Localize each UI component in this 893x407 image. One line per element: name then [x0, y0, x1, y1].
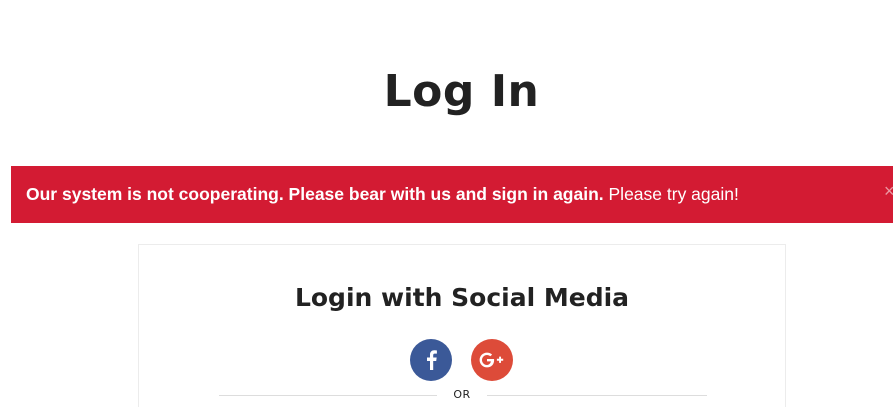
alert-bold-message: Our system is not cooperating. Please be…	[26, 184, 604, 204]
social-login-title: Login with Social Media	[294, 283, 630, 312]
google-plus-login-button[interactable]	[471, 339, 513, 381]
alert-secondary-message: Please try again!	[603, 184, 739, 204]
alert-message: Our system is not cooperating. Please be…	[26, 166, 739, 223]
facebook-login-button[interactable]	[410, 339, 452, 381]
divider-left	[219, 395, 437, 396]
facebook-icon	[426, 350, 437, 370]
divider-right	[487, 395, 707, 396]
google-plus-icon	[479, 352, 504, 368]
close-icon[interactable]: ×	[884, 166, 893, 223]
error-alert: Our system is not cooperating. Please be…	[11, 166, 893, 223]
or-divider-label: OR	[453, 388, 471, 401]
login-page: Log In Our system is not cooperating. Pl…	[0, 0, 893, 407]
login-card: Login with Social Media OR	[138, 244, 786, 407]
page-title: Log In	[383, 66, 540, 117]
